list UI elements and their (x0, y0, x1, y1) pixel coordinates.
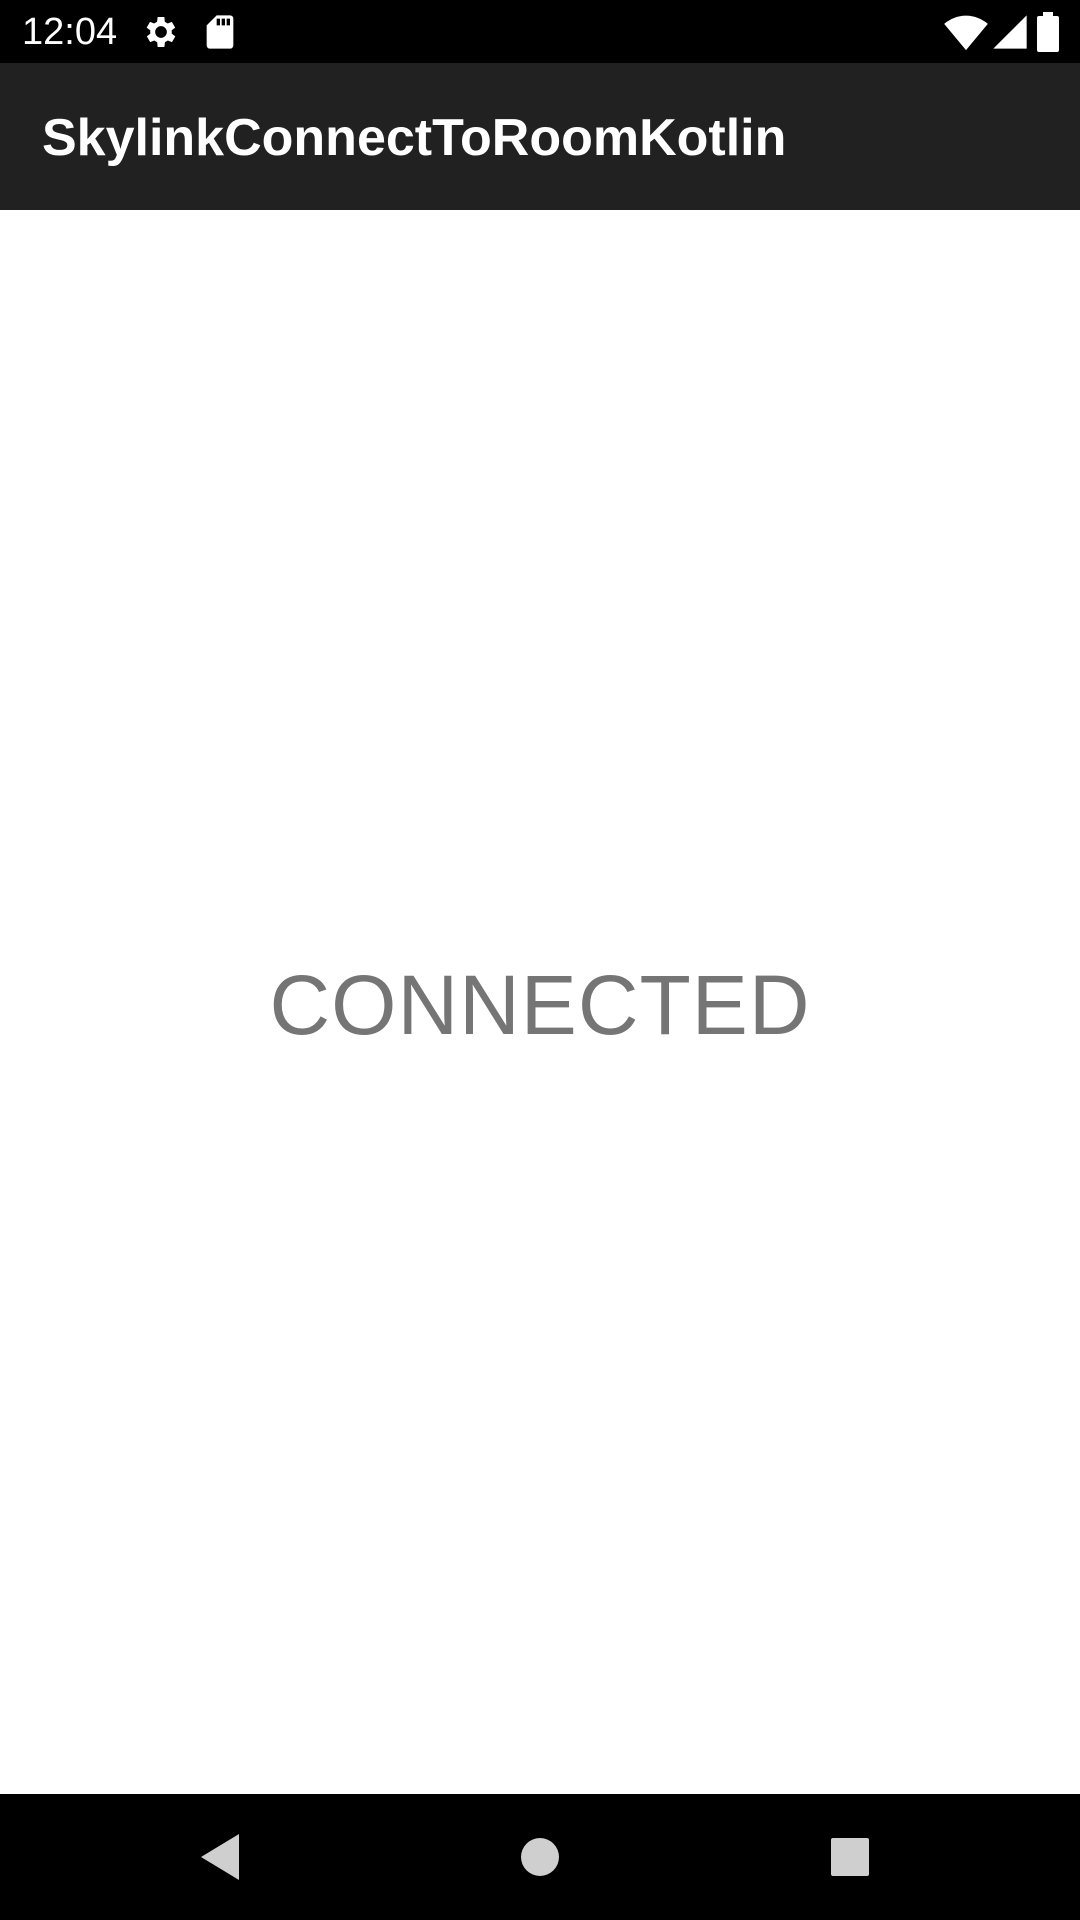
status-bar: 12:04 (0, 0, 1080, 63)
app-bar: SkylinkConnectToRoomKotlin (0, 63, 1080, 210)
back-icon[interactable] (191, 1824, 257, 1890)
settings-icon (141, 12, 181, 52)
app-screen: 12:04 SkylinkConnectToRoomKotlin CONNECT… (0, 0, 1080, 1920)
signal-icon (990, 12, 1030, 52)
navigation-bar (0, 1794, 1080, 1920)
battery-icon (1035, 12, 1061, 52)
connection-status-text: CONNECTED (269, 958, 811, 1052)
wifi-icon (944, 12, 988, 52)
app-title: SkylinkConnectToRoomKotlin (42, 109, 787, 167)
home-icon[interactable] (507, 1824, 573, 1890)
recents-icon[interactable] (817, 1824, 883, 1890)
main-content: CONNECTED (0, 210, 1080, 1794)
status-time: 12:04 (22, 11, 118, 53)
sd-card-icon (200, 12, 240, 52)
